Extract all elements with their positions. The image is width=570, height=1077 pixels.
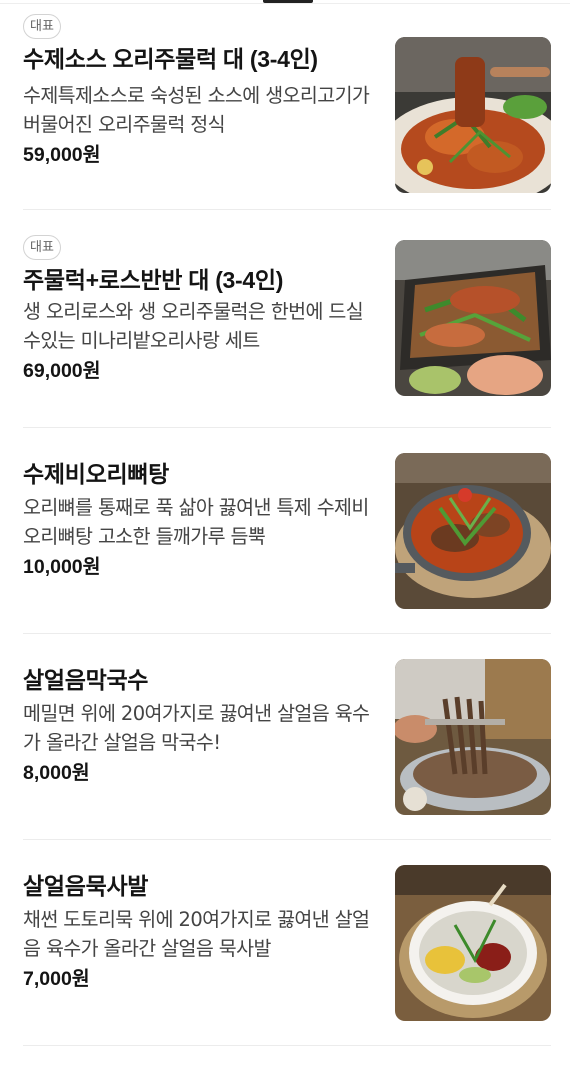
- menu-item-name: 수제비오리뼈탕: [23, 461, 170, 487]
- menu-item-price: 10,000원: [23, 556, 101, 578]
- menu-item-price: 8,000원: [23, 762, 90, 784]
- signature-badge: 대표: [23, 14, 61, 39]
- menu-item-description: 생 오리로스와 생 오리주물럭은 한번에 드실수있는 미나리밭오리사랑 세트: [23, 300, 364, 352]
- menu-item-text: 살얼음묵사발 채썬 도토리묵 위에 20여가지로 끓여낸 살얼음 육수가 올라간…: [23, 870, 373, 992]
- menu-item-name: 주물럭+로스반반 대 (3-4인): [23, 267, 284, 293]
- duck-grill-photo[interactable]: [395, 240, 551, 396]
- menu-item-price: 7,000원: [23, 968, 90, 990]
- menu-item[interactable]: 수제비오리뼈탕 오리뼈를 통째로 푹 삶아 끓여낸 특제 수제비 오리뼈탕 고소…: [23, 428, 551, 634]
- menu-item[interactable]: 살얼음묵사발 채썬 도토리묵 위에 20여가지로 끓여낸 살얼음 육수가 올라간…: [23, 840, 551, 1046]
- menu-item-text: 수제비오리뼈탕 오리뼈를 통째로 푹 삶아 끓여낸 특제 수제비 오리뼈탕 고소…: [23, 458, 373, 580]
- menu-item-price: 59,000원: [23, 144, 101, 166]
- menu-item-description: 오리뼈를 통째로 푹 삶아 끓여낸 특제 수제비 오리뼈탕 고소한 들깨가루 듬…: [23, 496, 369, 548]
- signature-badge: 대표: [23, 235, 61, 260]
- menu-item[interactable]: 살얼음막국수 메밀면 위에 20여가지로 끓여낸 살얼음 육수가 올라간 살얼음…: [23, 634, 551, 840]
- menu-item-description: 수제특제소스로 숙성된 소스에 생오리고기가 버물어진 오리주물럭 정식: [23, 84, 370, 136]
- menu-item-name: 수제소스 오리주물럭 대 (3-4인): [23, 46, 318, 72]
- menu-item-text: 살얼음막국수 메밀면 위에 20여가지로 끓여낸 살얼음 육수가 올라간 살얼음…: [23, 664, 373, 786]
- menu-item[interactable]: 대표 주물럭+로스반반 대 (3-4인) 생 오리로스와 생 오리주물럭은 한번…: [23, 210, 551, 428]
- menu-list: 대표 수제소스 오리주물럭 대 (3-4인) 수제특제소스로 숙성된 소스에 생…: [23, 4, 551, 1046]
- acorn-jelly-bowl-photo[interactable]: [395, 865, 551, 1021]
- menu-item[interactable]: 대표 수제소스 오리주물럭 대 (3-4인) 수제특제소스로 숙성된 소스에 생…: [23, 4, 551, 210]
- buckwheat-noodle-photo[interactable]: [395, 659, 551, 815]
- menu-item-text: 대표 수제소스 오리주물럭 대 (3-4인) 수제특제소스로 숙성된 소스에 생…: [23, 14, 373, 168]
- menu-item-name: 살얼음묵사발: [23, 873, 149, 899]
- menu-item-name: 살얼음막국수: [23, 667, 149, 693]
- menu-item-description: 채썬 도토리묵 위에 20여가지로 끓여낸 살얼음 육수가 올라간 살얼음 묵사…: [23, 908, 370, 960]
- duck-bulgogi-photo[interactable]: [395, 37, 551, 193]
- bone-soup-photo[interactable]: [395, 453, 551, 609]
- menu-item-price: 69,000원: [23, 360, 101, 382]
- menu-item-text: 대표 주물럭+로스반반 대 (3-4인) 생 오리로스와 생 오리주물럭은 한번…: [23, 235, 373, 384]
- menu-item-description: 메밀면 위에 20여가지로 끓여낸 살얼음 육수가 올라간 살얼음 막국수!: [23, 702, 370, 754]
